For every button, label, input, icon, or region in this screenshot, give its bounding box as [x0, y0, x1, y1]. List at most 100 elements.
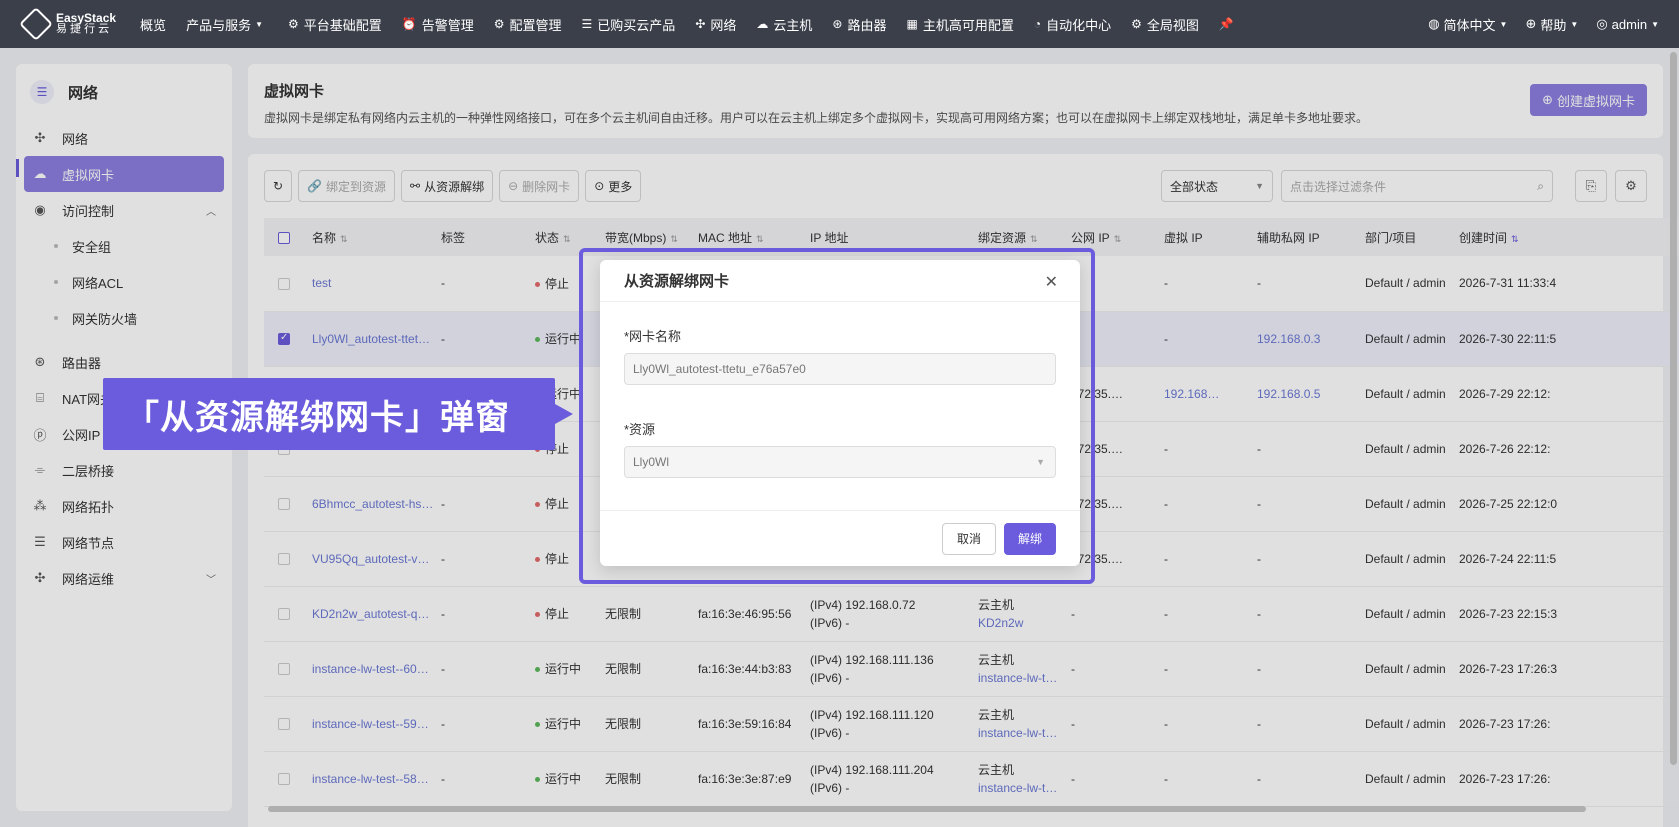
- nav-platform-config[interactable]: ⚙ 平台基础配置: [288, 15, 382, 34]
- time-cell: 2026-7-23 17:26:: [1459, 696, 1679, 752]
- secondary-ip-cell: -: [1257, 641, 1365, 697]
- sidebar-item-topology[interactable]: ⁂ 网络拓扑: [16, 488, 232, 524]
- table-row[interactable]: instance-lw-test--60… - 运行中 无限制 fa:16:3e:44:…: [264, 641, 1679, 697]
- settings-button[interactable]: ⚙: [1615, 170, 1647, 202]
- nav-products[interactable]: 产品与服务 ▼: [186, 15, 268, 34]
- cancel-button[interactable]: 取消: [941, 522, 996, 555]
- close-icon[interactable]: ✕: [1045, 272, 1058, 292]
- dialog-title: 从资源解绑网卡: [624, 273, 730, 290]
- nav-ha-config[interactable]: ▦ 主机高可用配置: [906, 15, 1013, 34]
- user-menu[interactable]: ◎ admin ▼: [1596, 16, 1659, 32]
- help-menu[interactable]: ⊕ 帮助 ▼: [1525, 15, 1578, 34]
- col-name[interactable]: 名称 ⇅: [312, 218, 441, 256]
- time-cell: 2026-7-25 22:12:0: [1459, 476, 1679, 532]
- time-cell: 2026-7-23 22:15:3: [1459, 586, 1679, 642]
- nav-router[interactable]: ⊛ 路由器: [832, 15, 886, 34]
- user-icon: ◎: [1596, 16, 1608, 31]
- time-cell: 2026-7-26 22:12:: [1459, 421, 1679, 477]
- filter-search-input[interactable]: 点击选择过滤条件 ⌕: [1281, 170, 1553, 202]
- delete-nic-button[interactable]: ⊖ 删除网卡: [499, 170, 580, 202]
- table-row[interactable]: instance-lw-test--58… - 运行中 无限制 fa:16:3e:3e:…: [264, 751, 1679, 807]
- nav-cloud-host[interactable]: ☁ 云主机: [756, 15, 812, 34]
- status-dot: [535, 282, 540, 288]
- col-created-time[interactable]: 创建时间 ⇅: [1459, 218, 1679, 256]
- settings-icon: ⚙: [493, 17, 505, 31]
- resource-link[interactable]: instance-lw-t…: [978, 779, 1071, 797]
- create-vnic-button[interactable]: ⊕ 创建虚拟网卡: [1530, 84, 1647, 116]
- nic-name-link[interactable]: instance-lw-test--58…: [312, 772, 429, 786]
- nic-name-link[interactable]: Lly0Wl_autotest-ttet…: [312, 332, 430, 346]
- search-icon: ⌕: [1537, 178, 1544, 193]
- row-checkbox[interactable]: [278, 553, 290, 566]
- secondary-ip-cell: -: [1257, 421, 1365, 477]
- sidebar-item-security-group[interactable]: 安全组: [16, 228, 232, 264]
- status-filter-select[interactable]: 全部状态 ▼: [1161, 170, 1273, 202]
- row-checkbox[interactable]: [278, 278, 290, 291]
- sidebar-item-network[interactable]: ✣ 网络: [16, 120, 232, 156]
- pin-icon[interactable]: 📌: [1219, 17, 1239, 31]
- row-checkbox[interactable]: [278, 498, 290, 511]
- nic-name-link[interactable]: VU95Qq_autotest-v…: [312, 552, 429, 566]
- bound-resource-cell: 云主机 instance-lw-t…: [978, 696, 1071, 752]
- nav-network[interactable]: ✣ 网络: [695, 15, 736, 34]
- nic-name-link[interactable]: instance-lw-test--59…: [312, 717, 429, 731]
- topology-icon: ⁂: [33, 498, 47, 513]
- sort-icon: ⇅: [1511, 233, 1519, 244]
- vertical-scrollbar[interactable]: [1670, 52, 1677, 765]
- col-secondary-ip: 辅助私网 IP: [1257, 218, 1365, 256]
- table-row[interactable]: instance-lw-test--59… - 运行中 无限制 fa:16:3e:59:…: [264, 696, 1679, 752]
- sidebar-item-network-ops[interactable]: ✣ 网络运维 ﹀: [16, 560, 232, 596]
- nic-name-field: Lly0Wl_autotest-ttetu_e76a57e0: [624, 353, 1056, 385]
- bind-resource-button[interactable]: 🔗 绑定到资源: [298, 170, 396, 202]
- nav-purchased[interactable]: ☰ 已购买云产品: [582, 15, 676, 34]
- logo[interactable]: EasyStack 易 捷 行 云: [19, 7, 116, 41]
- language-selector[interactable]: ◍ 简体中文 ▼: [1428, 15, 1507, 34]
- more-button[interactable]: ⊙ 更多: [585, 170, 642, 202]
- row-checkbox[interactable]: [278, 608, 290, 621]
- select-all-checkbox[interactable]: [278, 231, 290, 244]
- caret-down-icon: ▼: [1255, 181, 1264, 191]
- sidebar-item-l2-bridge[interactable]: ⌯ 二层桥接: [16, 452, 232, 488]
- nav-overview[interactable]: 概览: [140, 15, 166, 34]
- refresh-button[interactable]: ↻: [264, 170, 293, 202]
- resource-link[interactable]: instance-lw-t…: [978, 669, 1071, 687]
- nic-name-link[interactable]: instance-lw-test--60…: [312, 662, 429, 676]
- sidebar-item-network-node[interactable]: ☰ 网络节点: [16, 524, 232, 560]
- nav-automation[interactable]: ◔ 自动化中心: [1034, 15, 1111, 34]
- tag-cell: -: [441, 751, 535, 807]
- sort-icon: ⇅: [1030, 233, 1038, 244]
- nav-config[interactable]: ⚙ 配置管理: [494, 15, 562, 34]
- sidebar-item-vnic[interactable]: ☁ 虚拟网卡: [24, 156, 224, 192]
- row-checkbox[interactable]: [278, 773, 290, 786]
- row-checkbox[interactable]: [278, 718, 290, 731]
- nic-name-link[interactable]: KD2n2w_autotest-q…: [312, 607, 429, 621]
- chevron-down-icon: ▼: [255, 19, 263, 29]
- list-icon: ☰: [581, 17, 593, 31]
- nav-global-view[interactable]: ⚙ 全局视图: [1131, 15, 1199, 34]
- unbind-confirm-button[interactable]: 解绑: [1003, 522, 1056, 555]
- resource-link[interactable]: instance-lw-t…: [978, 724, 1071, 742]
- sort-icon: ⇅: [1113, 233, 1122, 244]
- annotation-callout: 「从资源解绑网卡」弹窗: [103, 378, 573, 450]
- sidebar-item-network-acl[interactable]: 网络ACL: [16, 264, 232, 300]
- sidebar-item-gateway-firewall[interactable]: 网关防火墙: [16, 300, 232, 336]
- horizontal-scrollbar[interactable]: [268, 806, 1586, 812]
- row-checkbox[interactable]: [278, 332, 290, 346]
- nav-alarm[interactable]: ⏰ 告警管理: [402, 15, 474, 34]
- resource-link[interactable]: KD2n2w: [978, 614, 1071, 632]
- virtual-ip-cell: -: [1164, 421, 1257, 477]
- export-button[interactable]: ⎘: [1575, 170, 1607, 202]
- nic-name-link[interactable]: 6Bhmcc_autotest-hs…: [312, 497, 433, 511]
- menu-icon[interactable]: ☰: [30, 80, 54, 104]
- sidebar-item-access-control[interactable]: ◉ 访问控制 ︿: [16, 192, 232, 228]
- nic-name-link[interactable]: test: [312, 276, 331, 290]
- active-indicator: [16, 159, 19, 177]
- virtual-ip-cell: -: [1164, 751, 1257, 807]
- dialog-footer: 取消 解绑: [600, 510, 1080, 566]
- sidebar-item-router[interactable]: ⊛ 路由器: [16, 344, 232, 380]
- unbind-resource-button[interactable]: ⚯ 从资源解绑: [401, 170, 494, 202]
- table-row[interactable]: KD2n2w_autotest-q… - 停止 无限制 fa:16:3e:46:95:5…: [264, 586, 1679, 642]
- chevron-down-icon: ▼: [1499, 19, 1508, 29]
- ip-icon: ⓟ: [33, 427, 47, 443]
- row-checkbox[interactable]: [278, 663, 290, 676]
